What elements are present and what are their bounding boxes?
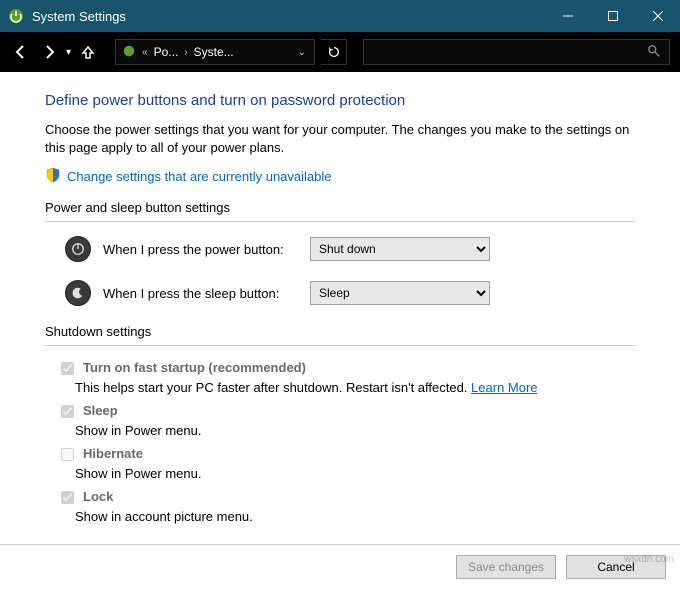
breadcrumb[interactable]: « Po... › Syste... ⌄ <box>115 39 315 65</box>
sleep-button-select[interactable]: Sleep <box>310 281 490 305</box>
close-button[interactable] <box>635 0 680 32</box>
group-shutdown-label: Shutdown settings <box>45 324 635 339</box>
app-icon <box>8 8 24 24</box>
cancel-button[interactable]: Cancel <box>566 555 666 579</box>
back-button[interactable] <box>10 41 32 63</box>
fast-startup-desc: This helps start your PC faster after sh… <box>75 380 467 395</box>
power-icon <box>65 236 91 262</box>
minimize-button[interactable] <box>545 0 590 32</box>
breadcrumb-item-2[interactable]: Syste... <box>194 45 234 59</box>
content-area: Define power buttons and turn on passwor… <box>0 72 680 544</box>
maximize-button[interactable] <box>590 0 635 32</box>
chevron-down-icon[interactable]: ⌄ <box>296 47 308 58</box>
forward-button[interactable] <box>38 41 60 63</box>
lock-option-label: Lock <box>83 489 113 504</box>
navbar: ▾ « Po... › Syste... ⌄ <box>0 32 680 72</box>
sleep-option-desc: Show in Power menu. <box>75 423 201 438</box>
divider <box>45 221 635 222</box>
chevron-right-icon: › <box>182 47 189 58</box>
sleep-checkbox[interactable] <box>61 405 74 418</box>
page-subtext: Choose the power settings that you want … <box>45 121 635 157</box>
group-power-sleep: Power and sleep button settings When I p… <box>45 200 635 306</box>
sleep-option-label: Sleep <box>83 403 118 418</box>
search-input[interactable] <box>363 39 670 65</box>
power-button-label: When I press the power button: <box>103 242 298 257</box>
sleep-button-label: When I press the sleep button: <box>103 286 298 301</box>
shield-icon <box>45 167 61 186</box>
breadcrumb-icon <box>122 44 136 61</box>
up-button[interactable] <box>77 41 99 63</box>
page-title: Define power buttons and turn on passwor… <box>45 92 635 109</box>
search-icon <box>647 44 661 61</box>
window-title: System Settings <box>32 9 545 24</box>
save-button[interactable]: Save changes <box>456 555 556 579</box>
power-button-select[interactable]: Shut down <box>310 237 490 261</box>
divider <box>45 345 635 346</box>
change-settings-link[interactable]: Change settings that are currently unava… <box>67 169 332 184</box>
footer: Save changes Cancel <box>0 544 680 589</box>
fast-startup-label: Turn on fast startup (recommended) <box>83 360 306 375</box>
lock-checkbox[interactable] <box>61 491 74 504</box>
refresh-button[interactable] <box>321 39 347 65</box>
sleep-icon <box>65 280 91 306</box>
group-power-label: Power and sleep button settings <box>45 200 635 215</box>
hibernate-option-desc: Show in Power menu. <box>75 466 201 481</box>
breadcrumb-item-1[interactable]: Po... <box>154 45 179 59</box>
titlebar: System Settings <box>0 0 680 32</box>
hibernate-option-label: Hibernate <box>83 446 143 461</box>
chevron-left-icon: « <box>140 47 150 58</box>
group-shutdown: Shutdown settings Turn on fast startup (… <box>45 324 635 524</box>
learn-more-link[interactable]: Learn More <box>471 380 537 395</box>
recent-locations-button[interactable]: ▾ <box>66 47 71 58</box>
lock-option-desc: Show in account picture menu. <box>75 509 253 524</box>
fast-startup-checkbox[interactable] <box>61 362 74 375</box>
hibernate-checkbox[interactable] <box>61 448 74 461</box>
